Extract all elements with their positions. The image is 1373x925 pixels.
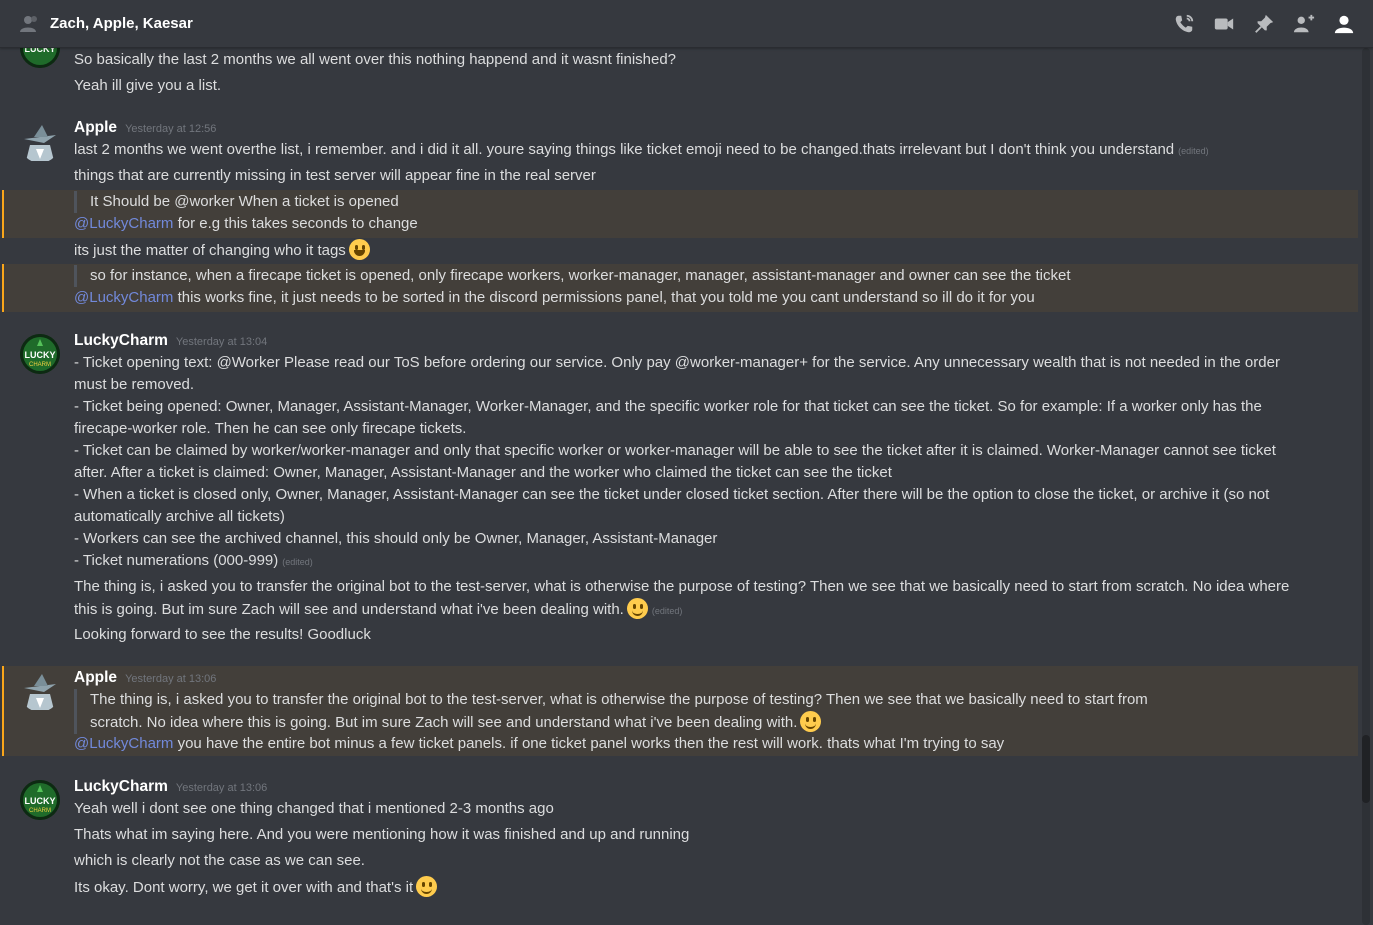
avatar[interactable] [20, 672, 60, 712]
message-body: for e.g this takes seconds to change [173, 215, 418, 232]
message-body: Its okay. Dont worry, we get it over wit… [74, 879, 414, 896]
avatar[interactable]: LUCKY CHARM [20, 780, 60, 820]
pin-icon[interactable] [1252, 12, 1276, 36]
block-quote: so for instance, when a firecape ticket … [74, 265, 1071, 287]
grinning-emoji-icon [348, 239, 370, 260]
message-author[interactable]: Apple Yesterday at 12:56 [74, 119, 216, 137]
add-member-icon[interactable] [1292, 12, 1316, 36]
author-name[interactable]: Apple [74, 669, 117, 686]
video-icon[interactable] [1212, 12, 1236, 36]
message-author[interactable]: LuckyCharm Yesterday at 13:06 [74, 778, 267, 796]
svg-text:CHARM: CHARM [29, 362, 51, 368]
user-mention[interactable]: @LuckyCharm [74, 289, 173, 306]
message-text: @LuckyCharm this works fine, it just nee… [74, 287, 1035, 309]
svg-text:LUCKY: LUCKY [25, 48, 56, 54]
quote-line: scratch. No idea where this is going. Bu… [90, 711, 1148, 734]
message-text: - Workers can see the archived channel, … [74, 530, 718, 547]
slight-smile-emoji-icon [416, 876, 438, 897]
block-quote: It Should be @worker When a ticket is op… [74, 191, 399, 213]
message-text: @LuckyCharm you have the entire bot minu… [74, 733, 1004, 755]
message-text: Looking forward to see the results! Good… [74, 626, 371, 643]
message-group: Apple Yesterday at 12:56 last 2 months we… [0, 118, 1358, 313]
author-name[interactable]: LuckyCharm [74, 778, 168, 795]
message-text: automatically archive all tickets) [74, 508, 285, 525]
message-text: firecape-worker role. Then he can see on… [74, 420, 467, 437]
message-body: its just the matter of changing who it t… [74, 242, 346, 259]
message-body: this is going. But im sure Zach will see… [74, 601, 624, 618]
message-group: LUCKY CHARM LuckyCharm Yesterday at 13:06 … [0, 777, 1358, 907]
message-text: this is going. But im sure Zach will see… [74, 598, 682, 622]
message-text: - When a ticket is closed only, Owner, M… [74, 486, 1270, 503]
user-mention[interactable]: @LuckyCharm [74, 735, 173, 752]
slight-smile-emoji-icon [800, 711, 822, 732]
edited-tag: (edited) [1178, 146, 1209, 156]
message-text: Thats what im saying here. And you were … [74, 826, 690, 843]
message-author[interactable]: Apple Yesterday at 13:06 [74, 669, 216, 687]
message-text: - Ticket numerations (000-999) (edited) [74, 550, 313, 573]
message-text: Yeah ill give you a list. [74, 77, 222, 94]
svg-text:CHARM: CHARM [29, 808, 51, 814]
message-group: LUCKY So basically the last 2 months we … [0, 48, 1358, 108]
header-toolbar [1156, 0, 1356, 47]
message-text: So basically the last 2 months we all we… [74, 51, 677, 68]
message-text: its just the matter of changing who it t… [74, 239, 370, 262]
message-text: Its okay. Dont worry, we get it over wit… [74, 876, 438, 899]
message-timestamp: Yesterday at 13:04 [175, 336, 268, 348]
call-icon[interactable] [1172, 12, 1196, 36]
message-group: LUCKY CHARM LuckyCharm Yesterday at 13:04 … [0, 331, 1358, 651]
message-text: must be removed. [74, 376, 195, 393]
message-body: last 2 months we went overthe list, i re… [74, 141, 1175, 158]
message-body: scratch. No idea where this is going. Bu… [90, 714, 798, 731]
message-text: - Ticket can be claimed by worker/worker… [74, 442, 1276, 459]
slight-smile-emoji-icon [626, 598, 648, 619]
message-author[interactable]: LuckyCharm Yesterday at 13:04 [74, 332, 267, 350]
message-text: Yeah well i dont see one thing changed t… [74, 800, 554, 817]
message-body: you have the entire bot minus a few tick… [173, 735, 1005, 752]
message-body: this works fine, it just needs to be sor… [173, 289, 1035, 306]
block-quote: The thing is, i asked you to transfer th… [74, 689, 1148, 734]
edited-tag: (edited) [282, 557, 313, 567]
author-name[interactable]: LuckyCharm [74, 332, 168, 349]
people-icon [20, 15, 37, 32]
channel-title: Zach, Apple, Kaesar [50, 15, 193, 32]
message-text: @LuckyCharm for e.g this takes seconds t… [74, 213, 418, 235]
edited-tag: (edited) [651, 606, 683, 616]
avatar[interactable]: LUCKY [20, 48, 60, 68]
avatar[interactable]: LUCKY CHARM [20, 334, 60, 374]
message-text: things that are currently missing in tes… [74, 167, 596, 184]
message-text: last 2 months we went overthe list, i re… [74, 139, 1209, 162]
svg-text:LUCKY: LUCKY [25, 796, 56, 806]
message-timestamp: Yesterday at 12:56 [125, 123, 217, 135]
svg-text:LUCKY: LUCKY [25, 350, 56, 360]
message-timestamp: Yesterday at 13:06 [125, 673, 217, 685]
user-mention[interactable]: @LuckyCharm [74, 215, 173, 232]
scrollbar-thumb[interactable] [1362, 735, 1370, 803]
message-text: - Ticket opening text: @Worker Please re… [74, 354, 1280, 371]
message-timestamp: Yesterday at 13:06 [175, 782, 268, 794]
author-name[interactable]: Apple [74, 119, 117, 136]
member-list-icon[interactable] [1332, 12, 1356, 36]
quote-line: The thing is, i asked you to transfer th… [90, 691, 1148, 708]
message-group: Apple Yesterday at 13:06 The thing is, i … [0, 668, 1358, 754]
message-text: after. After a ticket is claimed: Owner,… [74, 464, 892, 481]
message-text: - Ticket being opened: Owner, Manager, A… [74, 398, 1262, 415]
avatar[interactable] [20, 123, 60, 163]
message-list: LUCKY So basically the last 2 months we … [0, 48, 1358, 925]
message-body: - Ticket numerations (000-999) [74, 552, 279, 569]
channel-header: Zach, Apple, Kaesar [0, 0, 1373, 48]
message-text: which is clearly not the case as we can … [74, 852, 365, 869]
message-text: The thing is, i asked you to transfer th… [74, 578, 1290, 595]
